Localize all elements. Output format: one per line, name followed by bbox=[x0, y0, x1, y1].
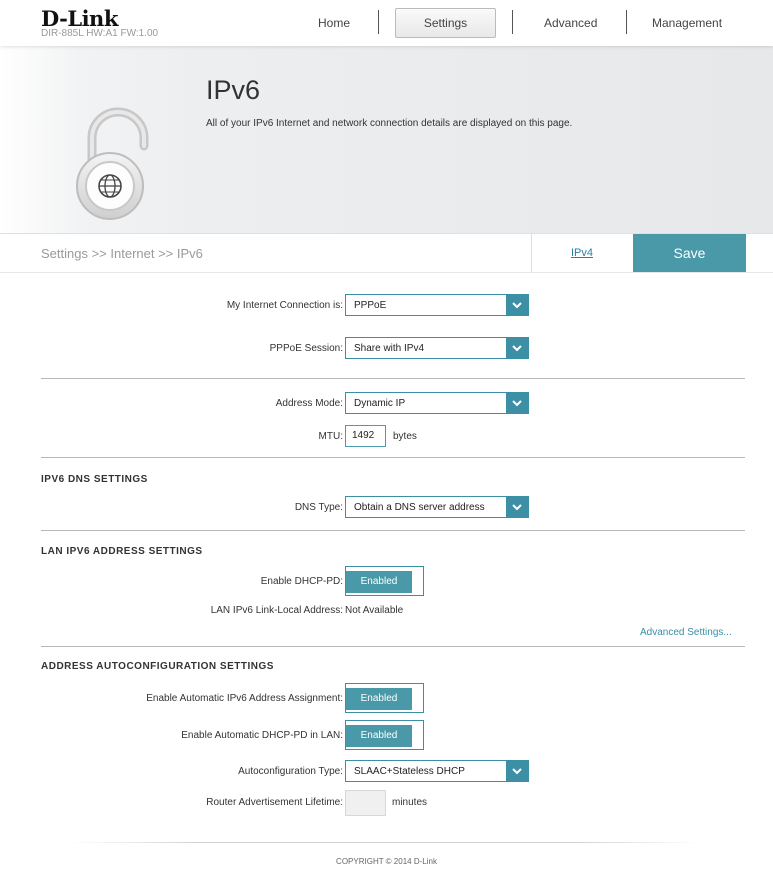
chevron-down-icon[interactable] bbox=[506, 761, 528, 781]
address-mode-select[interactable]: Dynamic IP bbox=[345, 392, 529, 414]
mtu-unit: bytes bbox=[393, 431, 417, 442]
link-local-label: LAN IPv6 Link-Local Address: bbox=[210, 605, 343, 616]
mtu-label: MTU: bbox=[318, 431, 343, 442]
dns-type-select[interactable]: Obtain a DNS server address bbox=[345, 496, 529, 518]
nav-settings[interactable]: Settings bbox=[395, 8, 496, 38]
lock-globe-icon bbox=[70, 96, 180, 226]
auto-assign-toggle-state: Enabled bbox=[346, 688, 412, 710]
page-description: All of your IPv6 Internet and network co… bbox=[206, 118, 573, 129]
device-info: DIR-885L HW:A1 FW:1.00 bbox=[41, 28, 159, 39]
connection-type-select[interactable]: PPPoE bbox=[345, 294, 529, 316]
address-mode-value: Dynamic IP bbox=[354, 398, 406, 409]
mtu-input[interactable]: 1492 bbox=[345, 425, 386, 447]
nav-home[interactable]: Home bbox=[318, 16, 350, 30]
lifetime-label: Router Advertisement Lifetime: bbox=[206, 797, 343, 808]
dhcp-pd-label: Enable DHCP-PD: bbox=[260, 576, 343, 587]
pppoe-session-label: PPPoE Session: bbox=[269, 343, 343, 354]
pppoe-session-value: Share with IPv4 bbox=[354, 343, 425, 354]
lifetime-unit: minutes bbox=[392, 797, 428, 808]
breadcrumb-bar: Settings >> Internet >> IPv6 IPv4 Save bbox=[0, 233, 773, 273]
autoconfig-type-label: Autoconfiguration Type: bbox=[238, 766, 343, 777]
dns-type-value: Obtain a DNS server address bbox=[354, 502, 485, 513]
dns-type-label: DNS Type: bbox=[294, 502, 343, 513]
nav-separator bbox=[626, 10, 627, 34]
autoconfig-type-value: SLAAC+Stateless DHCP bbox=[354, 766, 465, 777]
chevron-down-icon[interactable] bbox=[506, 497, 528, 517]
chevron-down-icon[interactable] bbox=[506, 338, 528, 358]
dhcp-pd-toggle[interactable]: Enabled bbox=[345, 566, 424, 596]
save-button[interactable]: Save bbox=[633, 234, 746, 272]
divider bbox=[41, 646, 745, 647]
connection-type-value: PPPoE bbox=[354, 300, 387, 311]
dns-section-title: IPV6 DNS SETTINGS bbox=[41, 474, 148, 485]
nav-separator bbox=[512, 10, 513, 34]
auto-assign-toggle[interactable]: Enabled bbox=[345, 683, 424, 713]
footer-divider bbox=[70, 842, 700, 843]
dhcp-pd-toggle-state: Enabled bbox=[346, 571, 412, 593]
auto-dhcp-toggle[interactable]: Enabled bbox=[345, 720, 424, 750]
lifetime-input[interactable] bbox=[345, 790, 386, 816]
pppoe-session-select[interactable]: Share with IPv4 bbox=[345, 337, 529, 359]
nav-advanced[interactable]: Advanced bbox=[544, 16, 597, 30]
page-banner: IPv6 All of your IPv6 Internet and netwo… bbox=[0, 46, 773, 233]
nav-separator bbox=[378, 10, 379, 34]
breadcrumb: Settings >> Internet >> IPv6 bbox=[41, 246, 203, 261]
link-local-value: Not Available bbox=[345, 605, 404, 616]
advanced-settings-link[interactable]: Advanced Settings... bbox=[640, 627, 732, 638]
autoconfig-section-title: ADDRESS AUTOCONFIGURATION SETTINGS bbox=[41, 661, 274, 672]
lan-section-title: LAN IPV6 ADDRESS SETTINGS bbox=[41, 546, 203, 557]
address-mode-label: Address Mode: bbox=[275, 398, 343, 409]
top-bar: D-Link DIR-885L HW:A1 FW:1.00 Home Setti… bbox=[0, 0, 773, 46]
page-title: IPv6 bbox=[206, 75, 261, 105]
chevron-down-icon[interactable] bbox=[506, 393, 528, 413]
copyright: COPYRIGHT © 2014 D-Link bbox=[336, 857, 437, 866]
auto-assign-label: Enable Automatic IPv6 Address Assignment… bbox=[146, 693, 343, 704]
nav-management[interactable]: Management bbox=[652, 16, 722, 30]
connection-label: My Internet Connection is: bbox=[226, 300, 343, 311]
auto-dhcp-label: Enable Automatic DHCP-PD in LAN: bbox=[181, 730, 343, 741]
chevron-down-icon[interactable] bbox=[506, 295, 528, 315]
divider bbox=[41, 530, 745, 531]
divider bbox=[41, 378, 745, 379]
autoconfig-type-select[interactable]: SLAAC+Stateless DHCP bbox=[345, 760, 529, 782]
auto-dhcp-toggle-state: Enabled bbox=[346, 725, 412, 747]
ipv4-link[interactable]: IPv4 bbox=[531, 234, 632, 272]
divider bbox=[41, 457, 745, 458]
